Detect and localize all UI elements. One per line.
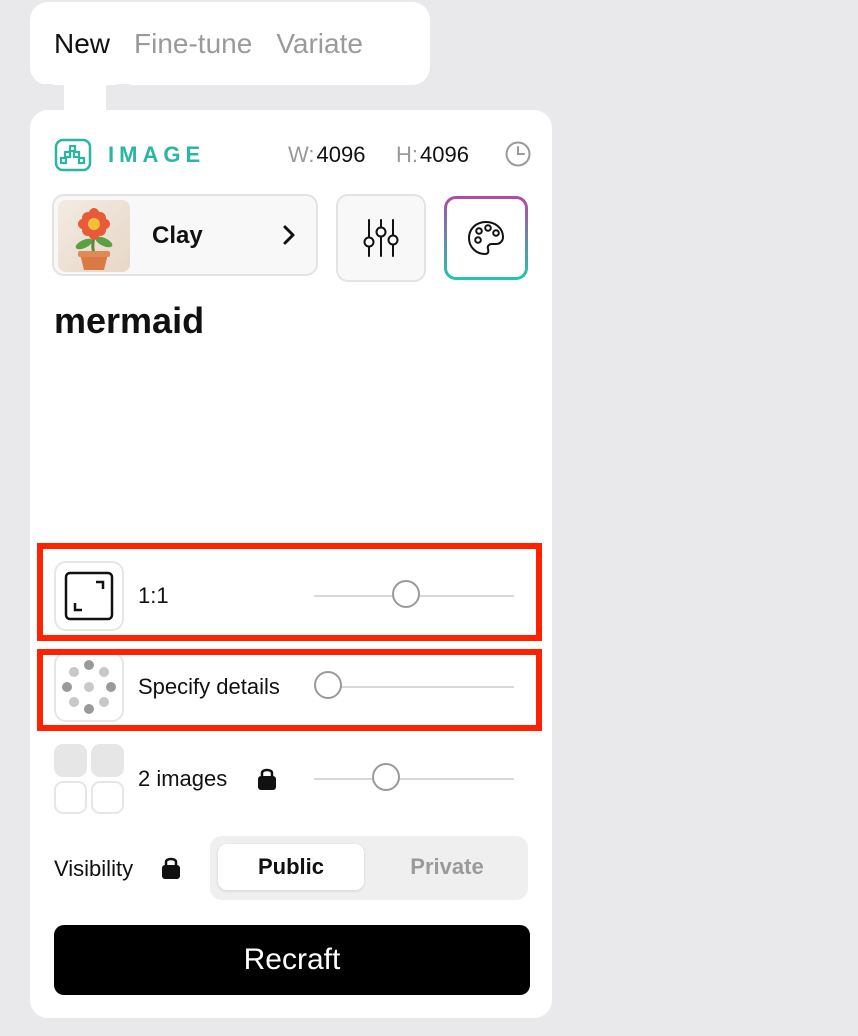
details-label: Specify details bbox=[138, 674, 280, 699]
details-button[interactable] bbox=[54, 652, 124, 722]
image-count-row: 2 images bbox=[54, 744, 528, 814]
mode-label: IMAGE bbox=[108, 142, 206, 167]
height-readout[interactable]: H:4096 bbox=[396, 142, 469, 168]
tab-fine-tune[interactable]: Fine-tune bbox=[134, 28, 252, 60]
style-name: Clay bbox=[152, 222, 203, 249]
mode-tabs: New Fine-tune Variate bbox=[30, 2, 430, 85]
palette-icon bbox=[467, 220, 505, 256]
lock-icon bbox=[258, 768, 276, 790]
visibility-row: Visibility Public Private bbox=[54, 836, 528, 900]
image-count-button[interactable] bbox=[54, 744, 124, 814]
clay-style-thumbnail bbox=[58, 200, 130, 272]
chevron-right-icon bbox=[283, 225, 295, 245]
prompt-input[interactable]: mermaid bbox=[54, 300, 528, 520]
details-slider[interactable] bbox=[314, 671, 514, 699]
color-palette-button[interactable] bbox=[444, 196, 528, 280]
public-option[interactable]: Public bbox=[218, 844, 364, 890]
details-row: Specify details bbox=[54, 652, 528, 722]
aspect-ratio-icon bbox=[64, 571, 114, 621]
style-selector-button[interactable]: Clay bbox=[52, 194, 318, 276]
width-readout[interactable]: W:4096 bbox=[288, 142, 365, 168]
aspect-ratio-row: 1:1 bbox=[54, 561, 528, 631]
details-slider-knob[interactable] bbox=[314, 671, 342, 699]
generation-panel: IMAGE W:4096 H:4096 Clay mermaid 1:1 Spe… bbox=[30, 110, 552, 1018]
dots-circle-icon bbox=[62, 660, 116, 714]
panel-header: IMAGE W:4096 H:4096 bbox=[54, 138, 531, 172]
height-value: 4096 bbox=[420, 142, 469, 167]
count-tile bbox=[54, 744, 87, 777]
palette-button-face bbox=[447, 199, 525, 277]
count-tile bbox=[54, 781, 87, 814]
width-key: W: bbox=[288, 142, 315, 167]
aspect-ratio-label: 1:1 bbox=[138, 583, 169, 608]
height-key: H: bbox=[396, 142, 418, 167]
image-count-label: 2 images bbox=[138, 766, 228, 791]
aspect-ratio-slider[interactable] bbox=[314, 580, 514, 608]
clock-icon[interactable] bbox=[504, 140, 532, 168]
visibility-toggle: Public Private bbox=[210, 836, 528, 900]
flower-pot-image bbox=[75, 208, 113, 270]
image-grid-icon bbox=[54, 138, 92, 172]
recraft-button[interactable]: Recraft bbox=[54, 925, 530, 995]
width-value: 4096 bbox=[316, 142, 366, 167]
aspect-ratio-button[interactable] bbox=[54, 561, 124, 631]
private-option[interactable]: Private bbox=[374, 844, 520, 890]
image-count-slider-knob[interactable] bbox=[372, 763, 400, 791]
tab-variate[interactable]: Variate bbox=[276, 28, 363, 60]
visibility-label: Visibility bbox=[54, 856, 134, 881]
image-count-slider[interactable] bbox=[314, 763, 514, 791]
lock-icon bbox=[162, 857, 180, 879]
count-tile bbox=[91, 781, 124, 814]
sliders-icon bbox=[363, 219, 399, 257]
tab-new[interactable]: New bbox=[54, 28, 110, 60]
count-tile bbox=[91, 744, 124, 777]
aspect-ratio-slider-knob[interactable] bbox=[392, 580, 420, 608]
settings-button[interactable] bbox=[336, 194, 426, 282]
